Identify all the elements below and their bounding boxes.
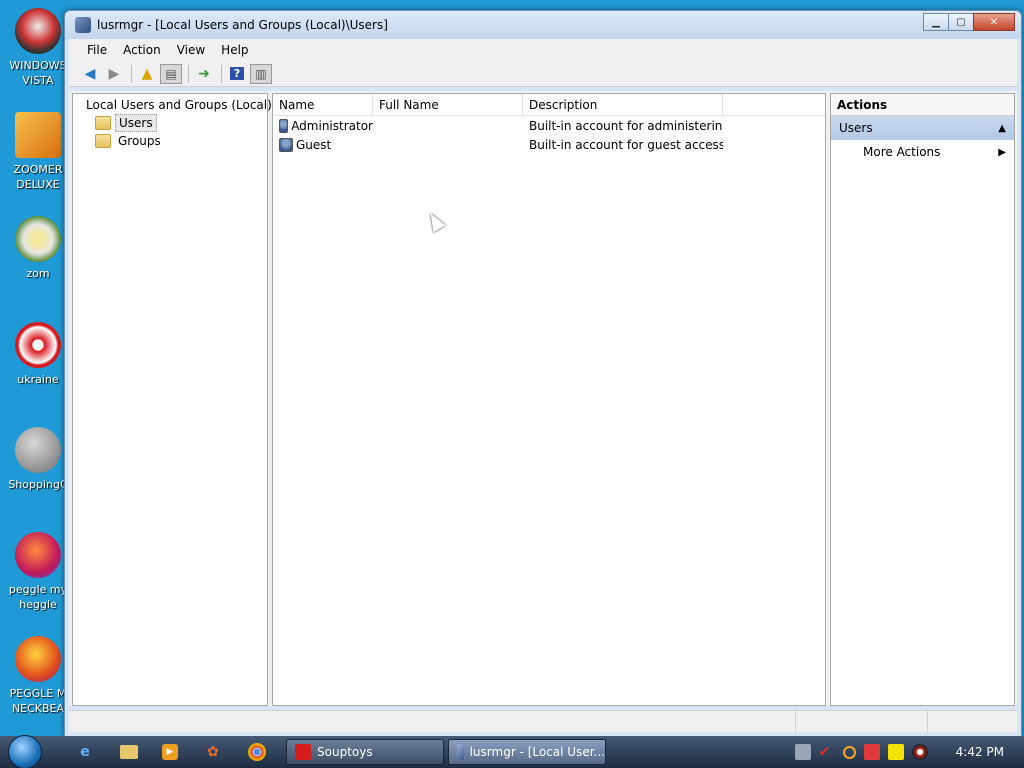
system-tray: ✔ 4:42 PM <box>791 736 1024 768</box>
minimize-button[interactable]: ▁ <box>923 13 949 31</box>
users-app-icon <box>75 17 91 33</box>
more-actions-item[interactable]: More Actions ▶ <box>831 140 1014 164</box>
list-row-administrator[interactable]: Administrator Built-in account for admin… <box>273 116 825 135</box>
show-hide-action-pane-button[interactable]: ▥ <box>250 63 272 84</box>
flower-icon <box>15 216 61 262</box>
task-label: lusrmgr - [Local User... <box>469 745 605 759</box>
clock[interactable]: 4:42 PM <box>956 745 1004 759</box>
cell-full-name <box>373 116 523 135</box>
lusrmgr-window: lusrmgr - [Local Users and Groups (Local… <box>64 10 1022 737</box>
user-icon <box>279 137 293 152</box>
actions-group-users[interactable]: Users ▲ <box>831 116 1014 140</box>
maximize-icon: ▢ <box>956 16 966 28</box>
up-folder-icon: ▲ <box>141 65 153 82</box>
flag-icon[interactable] <box>863 744 880 760</box>
list-pane: Name Full Name Description Administrator… <box>272 93 826 706</box>
export-list-icon: ➜ <box>198 65 210 82</box>
taskbar: e ▶ ✿ Souptoys lusrmgr - [Local User... … <box>0 735 1024 768</box>
user-name: Administrator <box>291 118 373 133</box>
tree-item-label: Groups <box>118 134 161 148</box>
column-header-full-name[interactable]: Full Name <box>373 94 523 115</box>
forward-button[interactable]: ▶ <box>103 64 125 84</box>
list-header: Name Full Name Description <box>273 94 825 116</box>
taskbar-button-lusrmgr[interactable]: lusrmgr - [Local User... <box>448 739 606 765</box>
message-icon[interactable] <box>887 744 904 760</box>
cell-description: Built-in account for guest access t... <box>529 137 723 152</box>
forward-arrow-icon: ▶ <box>108 65 120 82</box>
column-header-name[interactable]: Name <box>273 94 373 115</box>
collapse-up-icon: ▲ <box>998 122 1006 134</box>
tree-item-users[interactable]: Users <box>73 114 267 132</box>
toolbar: ◀ ▶ ▲ ▤ ➜ ? ▥ <box>69 61 1017 87</box>
chrome-icon[interactable] <box>248 743 266 761</box>
start-button[interactable] <box>8 735 42 768</box>
back-arrow-icon: ◀ <box>84 65 96 82</box>
tree-root-label: Local Users and Groups (Local) <box>86 98 272 112</box>
puzzle-icon[interactable]: ✿ <box>202 741 224 763</box>
list-row-guest[interactable]: Guest Built-in account for guest access … <box>273 135 825 154</box>
minimize-icon: ▁ <box>932 16 940 28</box>
toolbar-separator <box>221 64 222 83</box>
task-label: Souptoys <box>317 745 373 759</box>
status-segment <box>927 711 1017 732</box>
users-app-icon <box>457 744 464 760</box>
internet-explorer-icon[interactable]: e <box>74 741 96 763</box>
magnifier-icon[interactable] <box>842 745 856 759</box>
menu-action[interactable]: Action <box>115 41 169 59</box>
tree-pane: Local Users and Groups (Local) Users Gro… <box>72 93 272 706</box>
cell-description: Built-in account for administering... <box>529 118 723 133</box>
taskbar-button-souptoys[interactable]: Souptoys <box>286 739 444 765</box>
title-bar[interactable]: lusrmgr - [Local Users and Groups (Local… <box>65 11 1021 39</box>
souptoys-icon <box>295 744 311 760</box>
zoomer-icon <box>15 112 61 158</box>
close-button[interactable]: ✕ <box>973 13 1015 31</box>
show-hide-tree-button[interactable]: ▤ <box>160 63 182 84</box>
help-icon: ? <box>229 67 245 80</box>
actions-title: Actions <box>831 94 1014 116</box>
media-player-icon[interactable]: ▶ <box>162 744 178 760</box>
checkmark-icon[interactable]: ✔ <box>819 744 835 760</box>
menu-view[interactable]: View <box>169 41 213 59</box>
record-icon[interactable] <box>911 744 928 760</box>
vista-icon <box>15 8 61 54</box>
console-content: Local Users and Groups (Local) Users Gro… <box>69 91 1017 706</box>
menu-help[interactable]: Help <box>213 41 256 59</box>
export-list-button[interactable]: ➜ <box>193 64 215 84</box>
back-button[interactable]: ◀ <box>79 64 101 84</box>
tree-item-label: Users <box>115 114 157 132</box>
folder-icon[interactable] <box>120 745 138 759</box>
user-icon <box>279 118 289 133</box>
network-icon[interactable] <box>794 744 811 760</box>
show-tree-icon: ▤ <box>165 66 177 81</box>
window-title: lusrmgr - [Local Users and Groups (Local… <box>97 18 388 32</box>
submenu-arrow-icon: ▶ <box>998 146 1006 158</box>
peggle-icon <box>15 636 61 682</box>
flash-icon <box>15 427 61 473</box>
user-name: Guest <box>296 137 332 152</box>
show-action-pane-icon: ▥ <box>255 66 267 81</box>
help-button[interactable]: ? <box>226 64 248 84</box>
radiation-icon <box>15 322 61 368</box>
status-segment <box>795 711 927 732</box>
maximize-button[interactable]: ▢ <box>948 13 974 31</box>
actions-pane: Actions Users ▲ More Actions ▶ <box>830 93 1015 706</box>
up-one-level-button[interactable]: ▲ <box>136 64 158 84</box>
cell-name: Administrator <box>273 116 373 135</box>
folder-icon <box>95 116 111 130</box>
status-bar <box>69 710 1017 732</box>
tree-item-groups[interactable]: Groups <box>73 132 267 150</box>
cell-name: Guest <box>273 135 373 154</box>
menu-file[interactable]: File <box>79 41 115 59</box>
actions-group-label: Users <box>839 121 873 135</box>
folder-icon <box>95 134 111 148</box>
more-actions-label: More Actions <box>863 145 941 159</box>
column-header-description[interactable]: Description <box>523 94 723 115</box>
toolbar-separator <box>188 64 189 83</box>
tree-root[interactable]: Local Users and Groups (Local) <box>73 96 272 114</box>
toolbar-separator <box>131 64 132 83</box>
menu-bar: File Action View Help <box>69 39 1017 61</box>
close-icon: ✕ <box>989 16 999 28</box>
peggle-icon <box>15 532 61 578</box>
cell-full-name <box>373 135 523 154</box>
